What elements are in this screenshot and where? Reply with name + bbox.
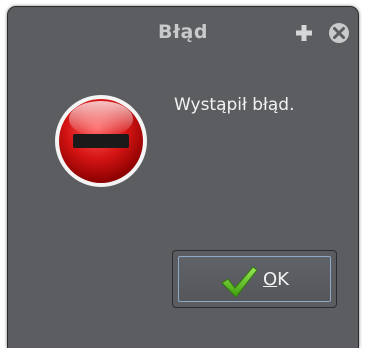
error-stop-icon bbox=[53, 93, 149, 189]
error-message: Wystąpił błąd. bbox=[174, 95, 295, 115]
ok-label-rest: K bbox=[277, 269, 289, 290]
ok-mnemonic: O bbox=[263, 269, 278, 290]
ok-button[interactable]: OK bbox=[172, 250, 337, 308]
plus-icon[interactable] bbox=[293, 22, 315, 44]
title-bar[interactable]: Błąd bbox=[8, 7, 358, 57]
close-icon[interactable] bbox=[328, 22, 350, 44]
error-dialog-window: Błąd Wystąpił błąd. OK bbox=[7, 6, 359, 348]
ok-button-focus-ring: OK bbox=[178, 256, 331, 302]
ok-button-label: OK bbox=[263, 269, 289, 290]
checkmark-icon bbox=[219, 264, 259, 300]
